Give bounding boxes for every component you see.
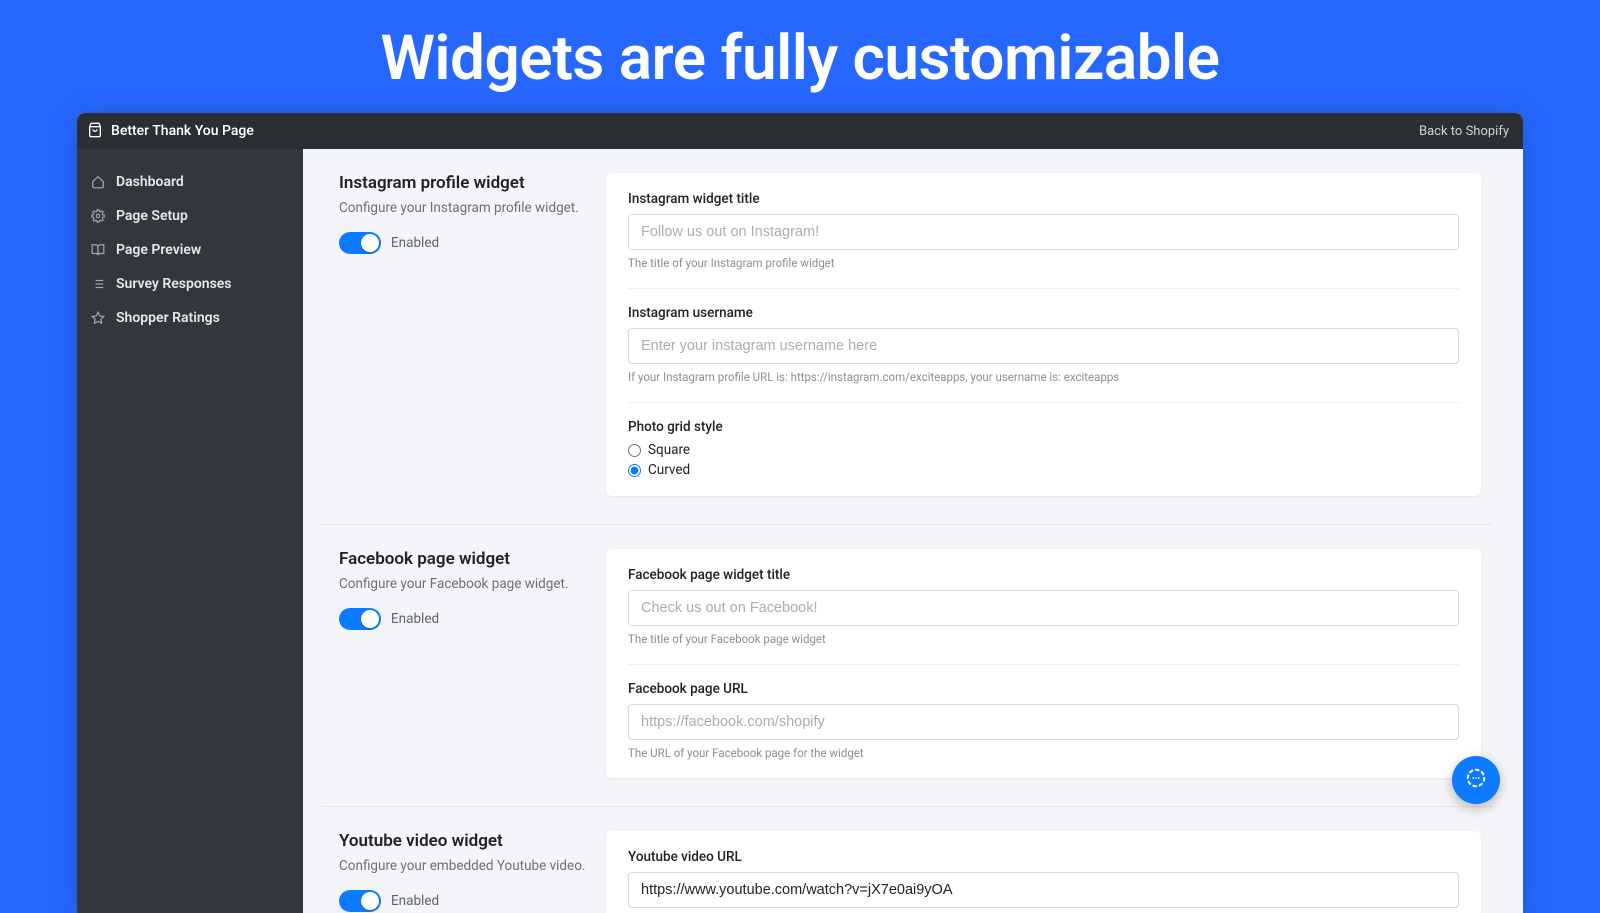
help-text: The title of your Facebook page widget [628, 632, 1459, 646]
instagram-card: Instagram widget title The title of your… [606, 173, 1481, 496]
sidebar-item-shopper-ratings[interactable]: Shopper Ratings [77, 301, 303, 335]
section-description: Configure your Facebook page widget. [339, 575, 586, 594]
facebook-url-input[interactable] [628, 704, 1459, 740]
app-window: Better Thank You Page Back to Shopify Da… [77, 113, 1523, 913]
sidebar-item-label: Page Preview [116, 242, 201, 258]
youtube-card: Youtube video URL [606, 831, 1481, 913]
youtube-url-input[interactable] [628, 872, 1459, 908]
book-open-icon [91, 243, 105, 257]
radio-input[interactable] [628, 444, 641, 457]
star-icon [91, 311, 105, 325]
enabled-toggle[interactable] [339, 232, 381, 254]
chat-icon [1465, 767, 1487, 793]
facebook-section: Facebook page widget Configure your Face… [321, 524, 1493, 806]
sidebar-item-label: Page Setup [116, 208, 188, 224]
enabled-toggle[interactable] [339, 890, 381, 912]
list-icon [91, 277, 105, 291]
enabled-toggle[interactable] [339, 608, 381, 630]
radio-square[interactable]: Square [628, 442, 1459, 458]
instagram-username-input[interactable] [628, 328, 1459, 364]
back-to-shopify-link[interactable]: Back to Shopify [1419, 124, 1509, 139]
field-label: Photo grid style [628, 419, 1459, 435]
toggle-label: Enabled [391, 235, 439, 251]
home-icon [91, 175, 105, 189]
field-label: Youtube video URL [628, 849, 1459, 865]
section-title: Facebook page widget [339, 549, 586, 569]
sidebar-item-page-preview[interactable]: Page Preview [77, 233, 303, 267]
facebook-card: Facebook page widget title The title of … [606, 549, 1481, 778]
youtube-section: Youtube video widget Configure your embe… [321, 806, 1493, 913]
facebook-title-input[interactable] [628, 590, 1459, 626]
sidebar-item-dashboard[interactable]: Dashboard [77, 165, 303, 199]
section-title: Instagram profile widget [339, 173, 586, 193]
sidebar-item-survey-responses[interactable]: Survey Responses [77, 267, 303, 301]
toggle-label: Enabled [391, 893, 439, 909]
chat-fab[interactable] [1452, 756, 1500, 804]
content-area: Instagram profile widget Configure your … [303, 149, 1523, 913]
radio-curved[interactable]: Curved [628, 462, 1459, 478]
hero-title: Widgets are fully customizable [0, 0, 1600, 113]
radio-input[interactable] [628, 464, 641, 477]
sidebar-item-label: Survey Responses [116, 276, 232, 292]
app-brand: Better Thank You Page [87, 122, 254, 140]
radio-label: Square [648, 442, 690, 458]
gear-icon [91, 209, 105, 223]
help-text: The URL of your Facebook page for the wi… [628, 746, 1459, 760]
instagram-title-input[interactable] [628, 214, 1459, 250]
sidebar-item-label: Dashboard [116, 174, 184, 190]
field-label: Instagram username [628, 305, 1459, 321]
field-label: Facebook page URL [628, 681, 1459, 697]
field-label: Facebook page widget title [628, 567, 1459, 583]
toggle-label: Enabled [391, 611, 439, 627]
section-description: Configure your embedded Youtube video. [339, 857, 586, 876]
topbar: Better Thank You Page Back to Shopify [77, 113, 1523, 149]
section-description: Configure your Instagram profile widget. [339, 199, 586, 218]
sidebar: Dashboard Page Setup Page Preview Survey… [77, 149, 303, 913]
help-text: The title of your Instagram profile widg… [628, 256, 1459, 270]
radio-label: Curved [648, 462, 690, 478]
section-title: Youtube video widget [339, 831, 586, 851]
sidebar-item-page-setup[interactable]: Page Setup [77, 199, 303, 233]
shopping-bag-icon [87, 122, 103, 140]
instagram-section: Instagram profile widget Configure your … [321, 149, 1493, 524]
sidebar-item-label: Shopper Ratings [116, 310, 220, 326]
help-text: If your Instagram profile URL is: https:… [628, 370, 1459, 384]
field-label: Instagram widget title [628, 191, 1459, 207]
app-name: Better Thank You Page [111, 123, 254, 139]
